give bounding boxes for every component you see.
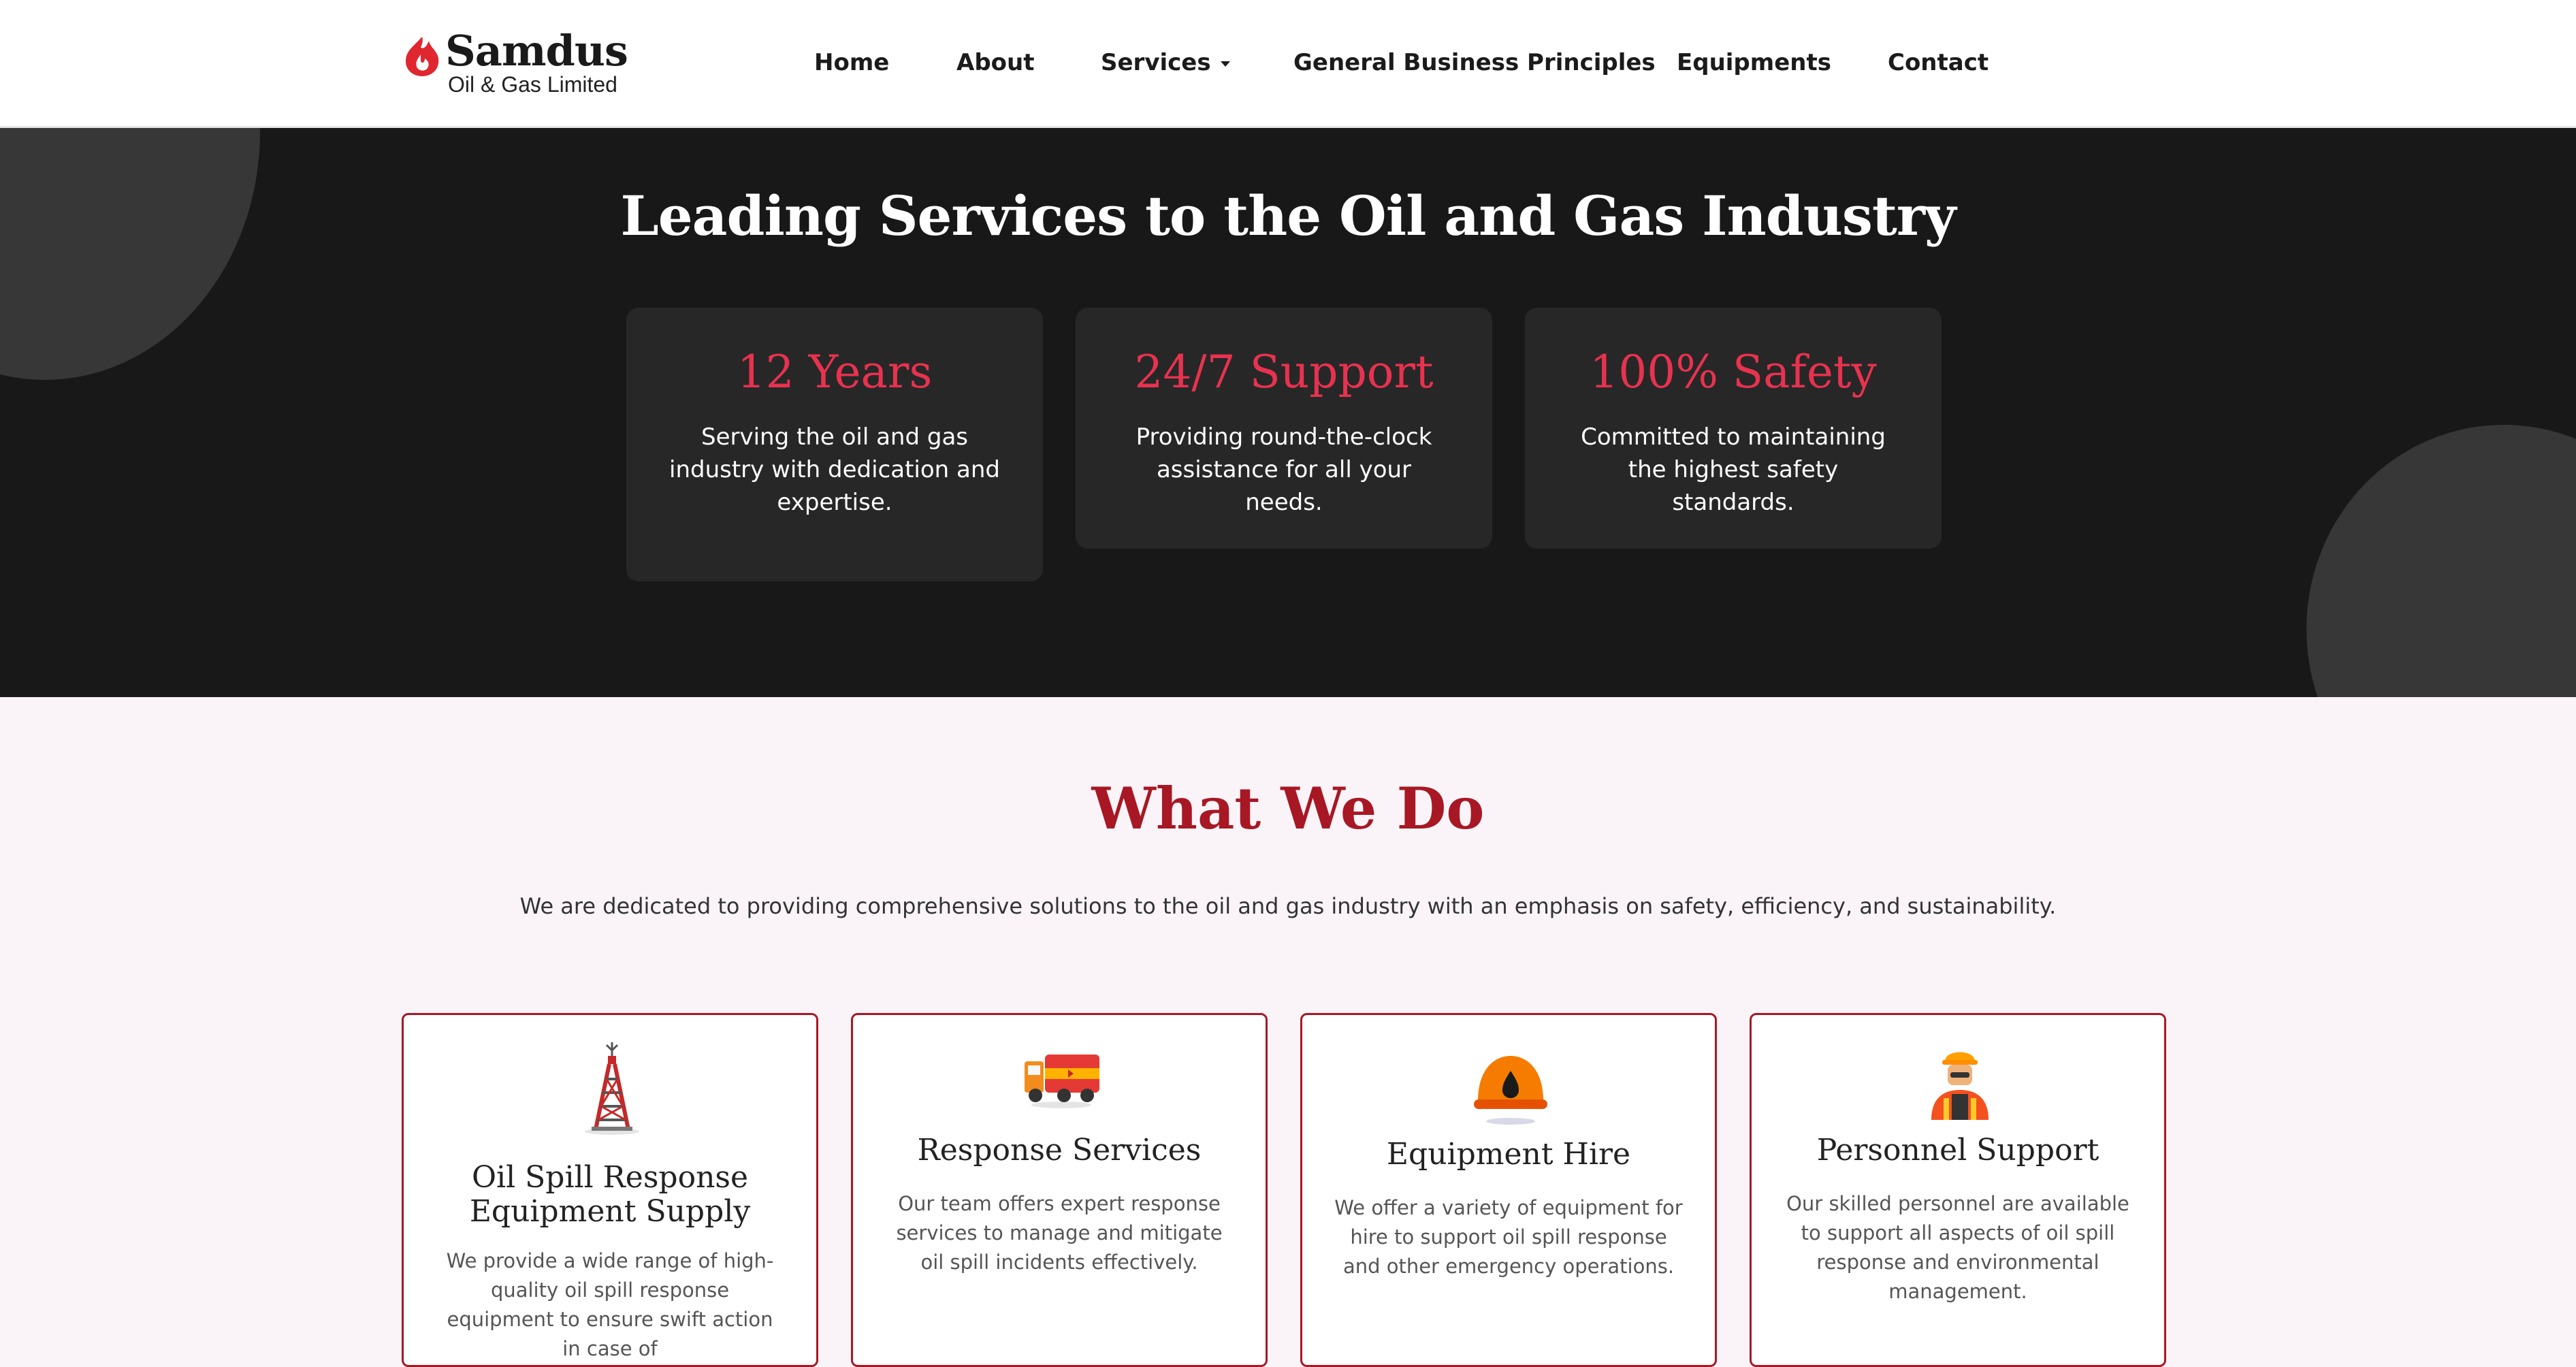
stat-card-support: 24/7 Support Providing round-the-clock a…	[1076, 308, 1492, 549]
section-description: We are dedicated to providing comprehens…	[519, 893, 2057, 919]
hero-title: Leading Services to the Oil and Gas Indu…	[620, 184, 1957, 248]
decorative-circle-left	[0, 128, 260, 380]
service-card-response-services[interactable]: Response Services Our team offers expert…	[851, 1013, 1268, 1367]
worker-icon	[1931, 1052, 1989, 1120]
service-card-equipment-hire[interactable]: Equipment Hire We offer a variety of equ…	[1300, 1013, 1717, 1367]
card-text: Our team offers expert response services…	[896, 1192, 1223, 1274]
service-card-oil-spill-equipment[interactable]: Oil Spill Response Equipment Supply We p…	[402, 1013, 818, 1367]
stat-card-safety: 100% Safety Committed to maintaining the…	[1525, 308, 1942, 549]
card-title: Equipment Hire	[1386, 1137, 1631, 1172]
card-title: Oil Spill Response Equipment Supply	[469, 1160, 751, 1229]
hard-hat-icon	[1474, 1056, 1547, 1125]
nav-equipments[interactable]: Equipments	[1677, 49, 1831, 76]
stat-text: Providing round-the-clock assistance for…	[1136, 423, 1432, 516]
card-text: We offer a variety of equipment for hire…	[1334, 1196, 1683, 1278]
section-title: What We Do	[1091, 775, 1485, 842]
stat-title: 24/7 Support	[1134, 346, 1434, 398]
stat-text: Serving the oil and gas industry with de…	[669, 423, 1000, 516]
chevron-down-icon	[1220, 61, 1230, 67]
card-text: We provide a wide range of high-quality …	[446, 1249, 774, 1360]
top-navbar: Samdus Oil & Gas Limited Home About Serv…	[0, 0, 2576, 128]
card-text: Our skilled personnel are available to s…	[1786, 1192, 2129, 1303]
oil-rig-icon	[585, 1042, 639, 1135]
nav-services[interactable]: Services	[1101, 49, 1230, 76]
nav-contact[interactable]: Contact	[1888, 49, 1989, 76]
tanker-truck-icon	[1025, 1055, 1099, 1108]
nav-services-label: Services	[1101, 49, 1211, 76]
stat-title: 100% Safety	[1590, 346, 1877, 398]
card-title: Response Services	[917, 1133, 1202, 1168]
stat-title: 12 Years	[737, 346, 933, 398]
nav-general-business-principles[interactable]: General Business Principles	[1293, 49, 1656, 76]
flame-logo-icon	[406, 37, 439, 76]
nav-about[interactable]: About	[956, 49, 1034, 76]
brand-subtitle: Oil & Gas Limited	[448, 72, 617, 97]
brand-logo[interactable]: Samdus Oil & Gas Limited	[400, 26, 628, 98]
card-title: Personnel Support	[1816, 1133, 2099, 1168]
service-card-personnel-support[interactable]: Personnel Support Our skilled personnel …	[1750, 1013, 2166, 1367]
decorative-circle-right	[2306, 425, 2576, 697]
stat-text: Committed to maintaining the highest saf…	[1581, 423, 1886, 516]
nav-home[interactable]: Home	[814, 49, 889, 76]
brand-name: Samdus	[445, 26, 628, 76]
stat-card-years: 12 Years Serving the oil and gas industr…	[626, 308, 1043, 581]
